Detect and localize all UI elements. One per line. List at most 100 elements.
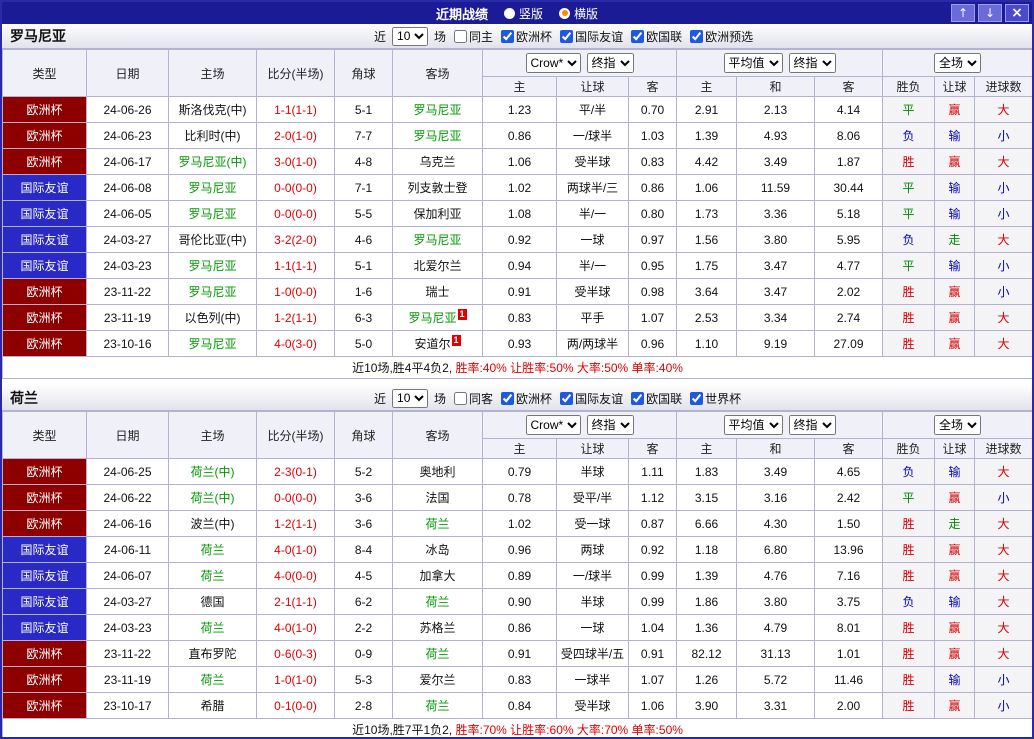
column-subheader: 主: [482, 76, 557, 97]
radio-icon[interactable]: [559, 7, 570, 19]
competition-cell: 国际友谊: [2, 536, 87, 563]
match-count-select[interactable]: 10: [392, 26, 429, 46]
competition-filter[interactable]: 国际友谊: [560, 390, 623, 407]
layout-radio-horizontal[interactable]: 横版: [559, 5, 598, 22]
competition-checkbox[interactable]: [560, 391, 574, 405]
summary-row: 近10场,胜4平4负2, 胜率:40% 让胜率:50% 大率:50% 单率:40…: [2, 356, 1032, 379]
handicap-cell: 一/球半: [556, 562, 629, 589]
layout-radio-vertical[interactable]: 竖版: [503, 5, 543, 22]
competition-filter[interactable]: 欧洲预选: [690, 28, 753, 45]
corners-cell: 7-1: [334, 174, 393, 201]
average-stage-select[interactable]: 终指: [788, 53, 836, 73]
average-select[interactable]: 平均值: [723, 53, 783, 73]
goals-result-cell: 大: [974, 458, 1032, 485]
handicap-result-cell: 赢: [934, 640, 976, 667]
handicap-cell: 一球: [556, 226, 629, 253]
competition-cell: 国际友谊: [2, 614, 87, 641]
radio-icon[interactable]: [503, 7, 515, 19]
book-away-odds: 1.03: [628, 122, 677, 149]
match-count-select[interactable]: 10: [392, 388, 429, 408]
date-cell: 23-10-17: [86, 692, 169, 719]
competition-checkbox[interactable]: [631, 29, 645, 43]
competition-checkbox[interactable]: [631, 391, 645, 405]
home-team-cell: 罗马尼亚(中): [168, 148, 257, 175]
score-cell: 0-0(0-0): [256, 174, 335, 201]
avg-away-odds: 30.44: [813, 174, 884, 201]
same-venue-checkbox[interactable]: [454, 391, 468, 405]
near-label: 近: [374, 29, 387, 44]
away-team-cell: 罗马尼亚 1: [392, 304, 483, 331]
team-header-bar: 荷兰 近 10 场同客 欧洲杯 国际友谊 欧国联 世界杯: [2, 386, 1032, 411]
odds-stage-select[interactable]: 终指: [586, 415, 634, 435]
column-header: 主场: [168, 411, 257, 459]
competition-cell: 欧洲杯: [2, 304, 87, 331]
corners-cell: 5-5: [334, 200, 393, 227]
scope-select[interactable]: 全场: [934, 53, 982, 73]
avg-draw-odds: 9.19: [736, 330, 815, 357]
radio-label-horizontal: 横版: [574, 6, 599, 21]
goals-result-cell: 大: [974, 588, 1032, 615]
competition-checkbox[interactable]: [560, 29, 574, 43]
goals-result-cell: 大: [974, 304, 1032, 331]
handicap-result-cell: 赢: [934, 304, 976, 331]
away-team-cell: 爱尔兰: [392, 666, 483, 693]
date-cell: 24-06-08: [86, 174, 169, 201]
handicap-result-cell: 赢: [934, 96, 976, 123]
competition-checkbox[interactable]: [501, 29, 515, 43]
competition-filter[interactable]: 欧国联: [631, 390, 682, 407]
scope-select[interactable]: 全场: [934, 415, 982, 435]
away-team-cell: 荷兰: [392, 692, 483, 719]
competition-filter[interactable]: 欧国联: [631, 28, 682, 45]
odds-source-select[interactable]: Crow*: [525, 415, 581, 435]
avg-home-odds: 1.06: [676, 174, 737, 201]
match-row: 国际友谊 24-06-07 荷兰 4-0(0-0) 4-5 加拿大 0.89 一/球半 0.99…: [2, 562, 1032, 589]
competition-checkbox[interactable]: [501, 391, 515, 405]
avg-draw-odds: 3.49: [736, 148, 815, 175]
corners-cell: 2-8: [334, 692, 393, 719]
competition-checkbox[interactable]: [690, 29, 704, 43]
book-home-odds: 1.08: [482, 200, 557, 227]
same-venue-checkbox[interactable]: [454, 29, 468, 43]
results-table: 类型 日期 主场 比分(半场) 角球 客场 Crow* 终指 平均值 终指 全场主让球客主和客胜负让…: [2, 411, 1032, 737]
move-up-button[interactable]: ↑: [951, 4, 975, 22]
avg-draw-odds: 4.30: [736, 510, 815, 537]
date-cell: 24-03-27: [86, 226, 169, 253]
date-cell: 23-11-22: [86, 640, 169, 667]
move-down-button[interactable]: ↓: [978, 4, 1002, 22]
average-stage-select[interactable]: 终指: [788, 415, 836, 435]
book-away-odds: 0.95: [628, 252, 677, 279]
corners-cell: 4-6: [334, 226, 393, 253]
close-button[interactable]: ×: [1005, 4, 1029, 22]
handicap-result-cell: 输: [934, 458, 976, 485]
avg-away-odds: 8.06: [813, 122, 884, 149]
competition-filter[interactable]: 国际友谊: [560, 28, 623, 45]
goals-result-cell: 大: [974, 536, 1032, 563]
avg-home-odds: 1.73: [676, 200, 737, 227]
avg-draw-odds: 3.36: [736, 200, 815, 227]
competition-filter[interactable]: 世界杯: [690, 390, 741, 407]
down-arrow-icon: ↓: [984, 5, 996, 20]
competition-filter[interactable]: 欧洲杯: [501, 28, 552, 45]
score-cell: 3-2(2-0): [256, 226, 335, 253]
book-away-odds: 0.91: [628, 640, 677, 667]
average-select[interactable]: 平均值: [723, 415, 783, 435]
odds-source-select[interactable]: Crow*: [525, 53, 581, 73]
home-team-cell: 荷兰(中): [168, 458, 257, 485]
book-home-odds: 0.83: [482, 304, 557, 331]
column-subheader: 客: [813, 76, 884, 97]
handicap-cell: 受半球: [556, 148, 629, 175]
competition-checkbox[interactable]: [690, 391, 704, 405]
same-venue-filter[interactable]: 同客: [454, 390, 493, 407]
same-venue-filter[interactable]: 同主: [454, 28, 493, 45]
result-cell: 负: [882, 588, 936, 615]
competition-filter[interactable]: 欧洲杯: [501, 390, 552, 407]
summary-stats: 胜率:70% 让胜率:60% 大率:70% 单率:50%: [455, 723, 683, 737]
date-cell: 24-06-16: [86, 510, 169, 537]
odds-stage-select[interactable]: 终指: [586, 53, 634, 73]
handicap-cell: 平手: [556, 304, 629, 331]
column-subheader: 进球数: [974, 438, 1032, 459]
match-row: 欧洲杯 24-06-17 罗马尼亚(中) 3-0(1-0) 4-8 乌克兰 1.06 受半球 0…: [2, 148, 1032, 175]
result-cell: 胜: [882, 510, 936, 537]
book-away-odds: 0.87: [628, 510, 677, 537]
book-home-odds: 0.79: [482, 458, 557, 485]
